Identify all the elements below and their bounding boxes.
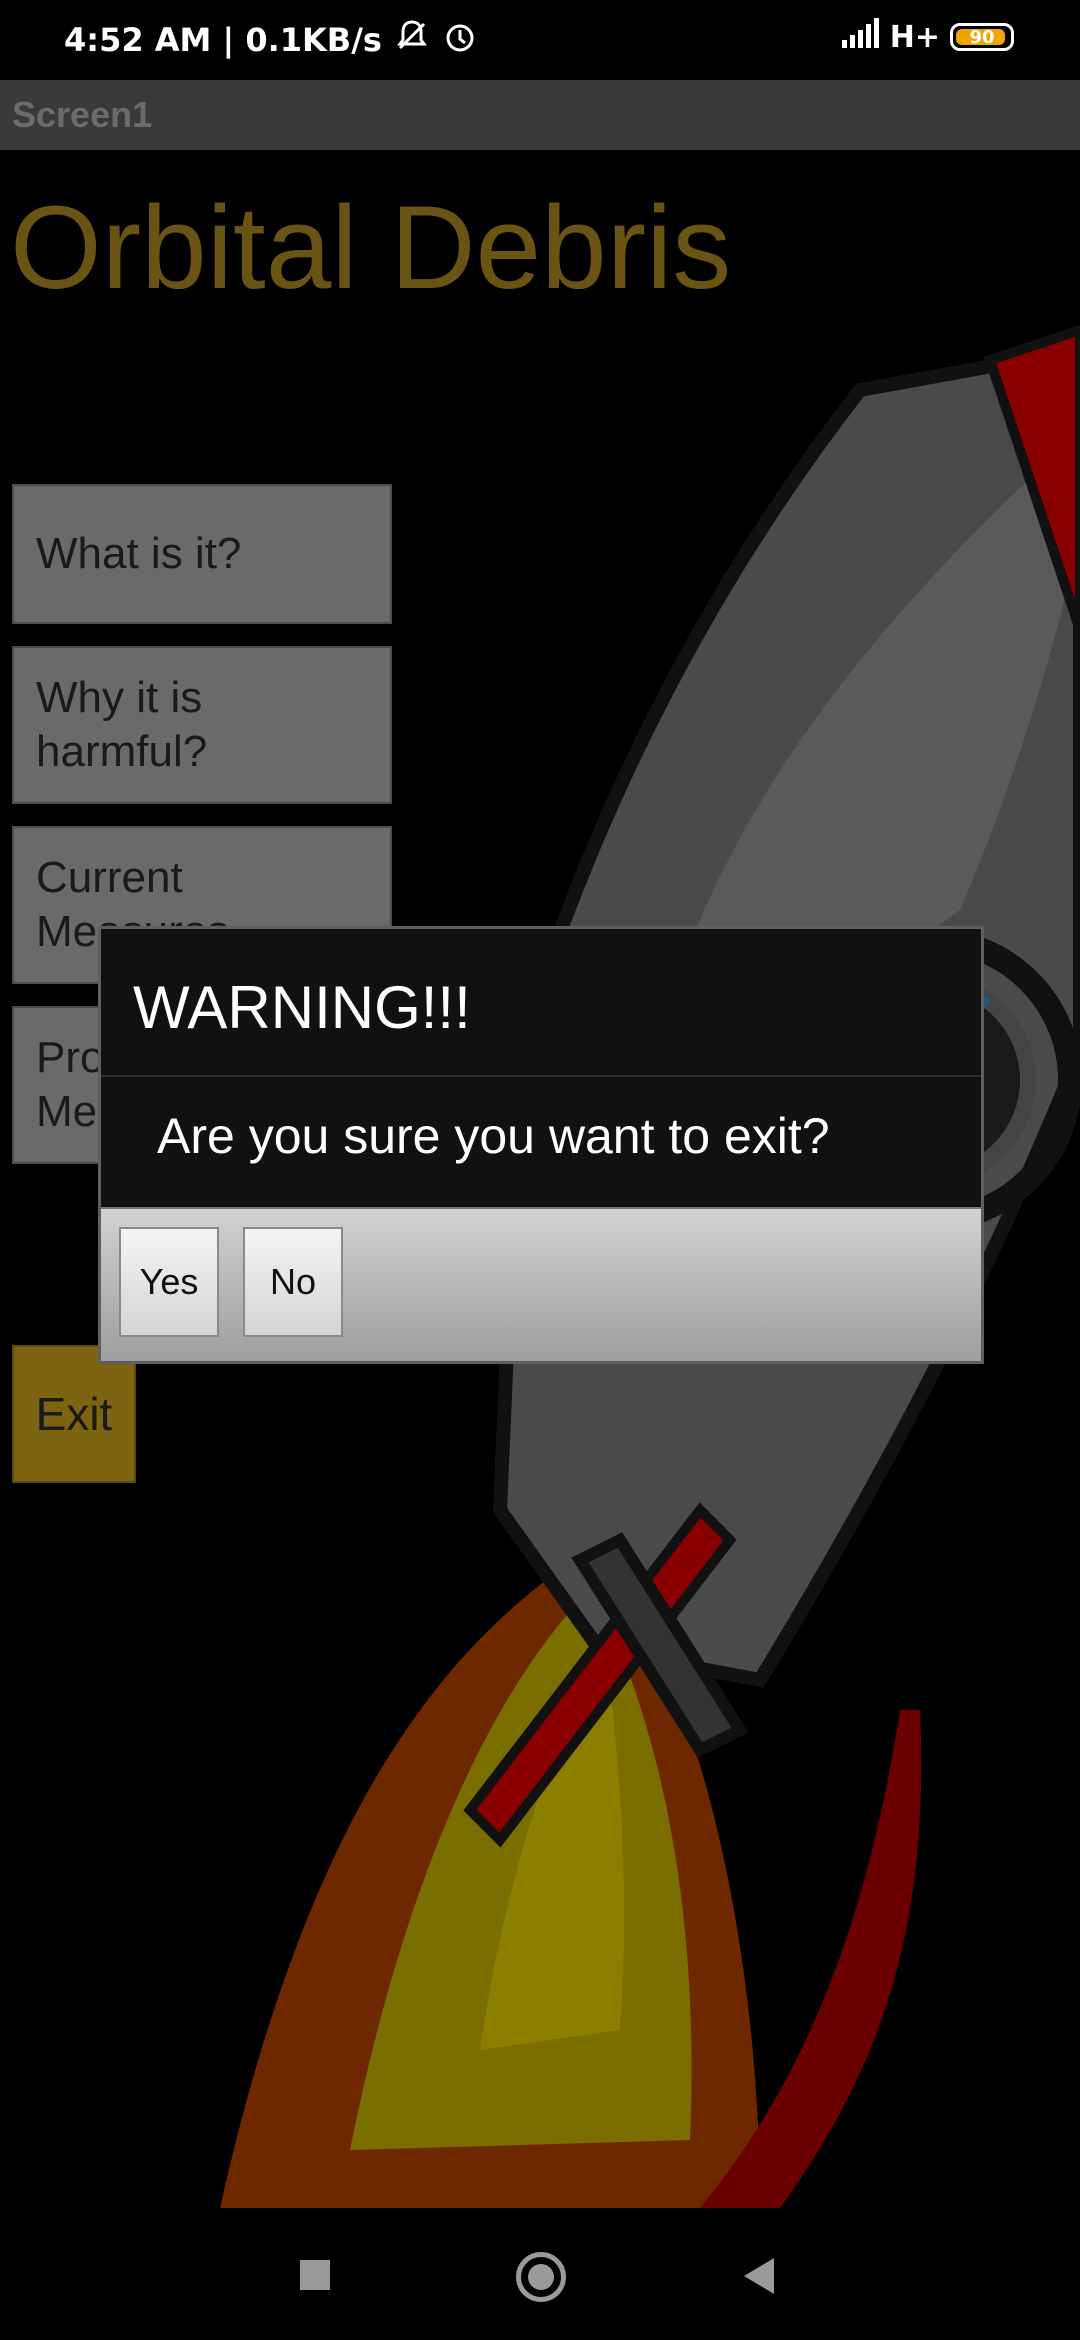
mute-bell-icon bbox=[394, 18, 430, 62]
exit-confirm-dialog: WARNING!!! Are you sure you want to exit… bbox=[98, 926, 984, 1364]
exit-button[interactable]: Exit bbox=[12, 1345, 136, 1483]
app-title: Screen1 bbox=[12, 94, 153, 135]
no-button[interactable]: No bbox=[243, 1227, 343, 1337]
battery-icon: 90 bbox=[950, 23, 1014, 51]
yes-button[interactable]: Yes bbox=[119, 1227, 219, 1337]
page-title: Orbital Debris bbox=[10, 182, 732, 314]
status-left: 4:52 AM | 0.1KB/s bbox=[64, 18, 478, 62]
navigation-bar bbox=[0, 2208, 1080, 2340]
dialog-message: Are you sure you want to exit? bbox=[157, 1108, 830, 1164]
back-icon[interactable] bbox=[744, 2258, 774, 2294]
status-time-speed: 4:52 AM | 0.1KB/s bbox=[64, 21, 382, 59]
app-bar: Screen1 bbox=[0, 80, 1080, 150]
what-is-it-button[interactable]: What is it? bbox=[12, 484, 392, 624]
dialog-divider bbox=[101, 1075, 981, 1077]
dialog-title: WARNING!!! bbox=[133, 974, 471, 1041]
battery-level: 90 bbox=[969, 26, 995, 48]
home-icon[interactable] bbox=[516, 2252, 566, 2302]
signal-icon bbox=[840, 18, 880, 56]
network-type: H+ bbox=[889, 19, 940, 55]
alarm-icon bbox=[442, 18, 478, 62]
why-harmful-button[interactable]: Why it is harmful? bbox=[12, 646, 392, 804]
recent-apps-icon[interactable] bbox=[300, 2260, 330, 2290]
status-bar: 4:52 AM | 0.1KB/s H+ 90 bbox=[0, 0, 1080, 80]
status-right: H+ 90 bbox=[840, 18, 1014, 56]
dialog-actions: Yes No bbox=[101, 1207, 981, 1361]
